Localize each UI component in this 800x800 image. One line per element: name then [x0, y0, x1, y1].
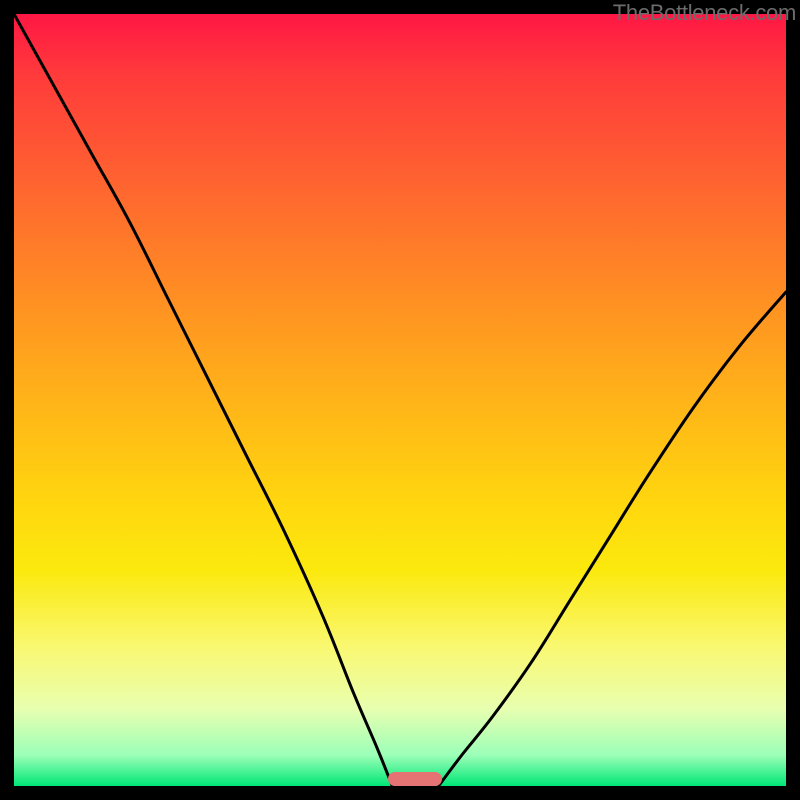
bottleneck-curve [14, 14, 786, 786]
optimal-range-marker [388, 772, 442, 786]
curve-left [14, 14, 392, 786]
curve-right [439, 292, 786, 786]
chart-frame [14, 14, 786, 786]
watermark-label: TheBottleneck.com [613, 0, 796, 26]
